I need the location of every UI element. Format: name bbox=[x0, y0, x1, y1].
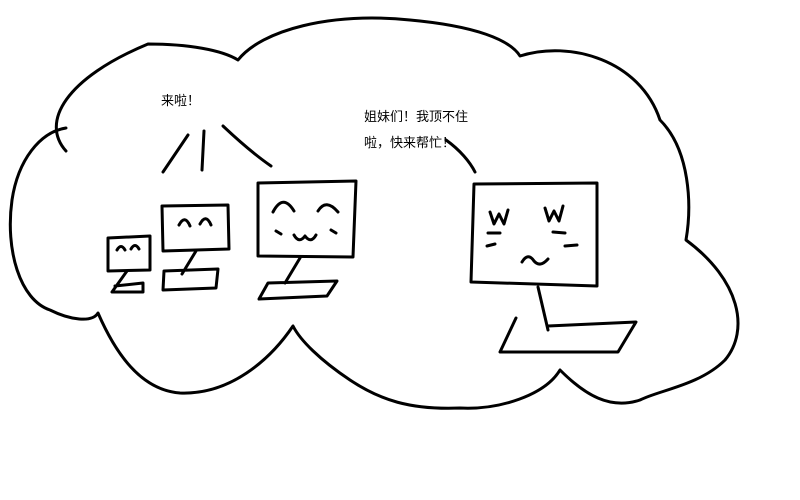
left-caption: 来啦！ bbox=[161, 94, 201, 109]
third-monitor bbox=[256, 179, 358, 259]
distressed-monitor-mouth bbox=[520, 255, 550, 266]
right-caption-line-1: 姐妹们！我顶不住 bbox=[364, 110, 469, 125]
distressed-monitor-eyes bbox=[485, 204, 579, 248]
motion-line-middle bbox=[200, 129, 206, 172]
third-monitor-face bbox=[271, 200, 340, 242]
middle-monitor bbox=[160, 203, 231, 253]
small-monitor-stand bbox=[110, 269, 145, 294]
motion-line-right bbox=[221, 124, 273, 168]
middle-monitor-stand bbox=[161, 249, 220, 292]
third-monitor-stand bbox=[257, 256, 339, 301]
doodle-canvas: 来啦！ 姐妹们！我顶不住 啦，快来帮忙！ bbox=[0, 0, 800, 500]
small-monitor-face bbox=[115, 244, 141, 252]
motion-line-left bbox=[161, 133, 190, 174]
distressed-monitor-stand bbox=[498, 285, 638, 354]
cloud-scene-drawing bbox=[8, 16, 740, 410]
small-monitor bbox=[106, 234, 152, 273]
right-caption-line-2: 啦，快来帮忙！ bbox=[364, 136, 456, 151]
cloud-outline bbox=[8, 16, 740, 410]
middle-monitor-face bbox=[177, 217, 213, 228]
